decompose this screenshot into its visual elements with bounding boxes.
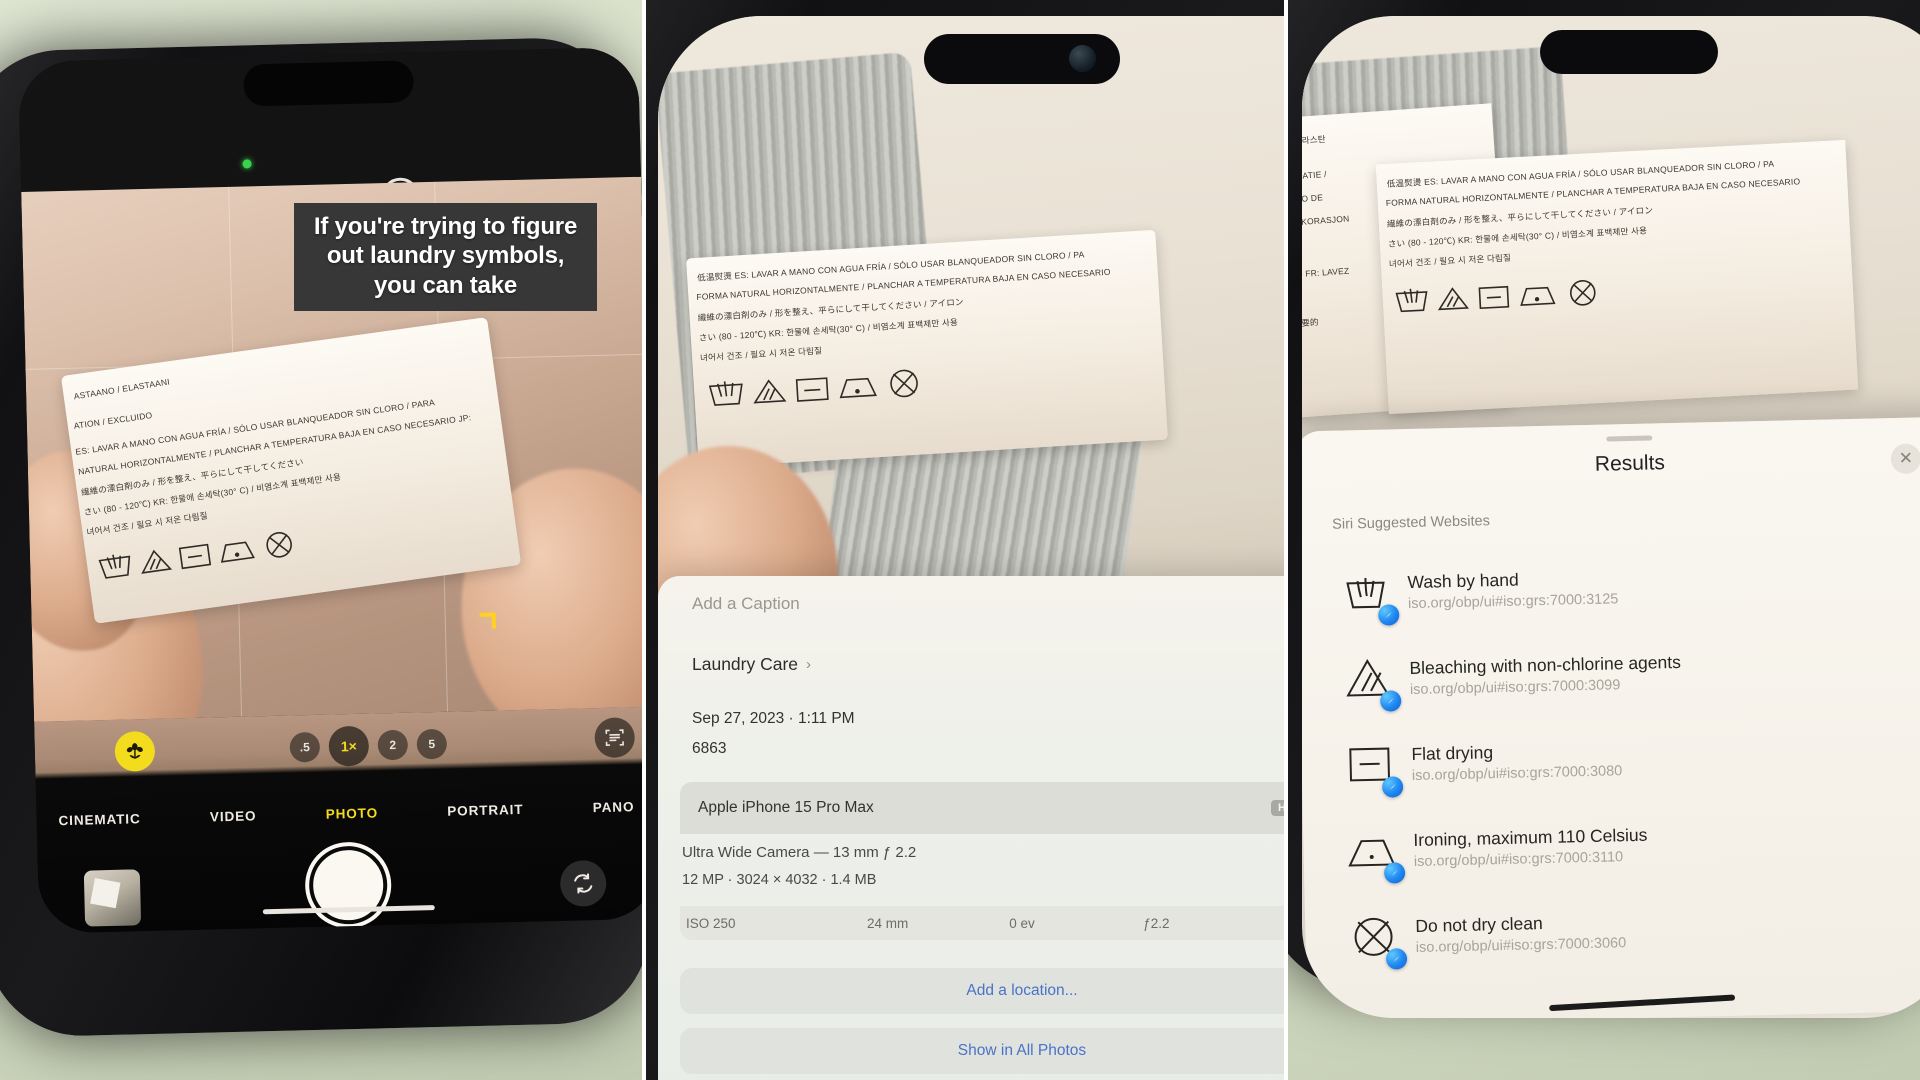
result-row[interactable]: Do not dry clean iso.org/obp/ui#iso:grs:… [1305,880,1920,981]
tag-line: KORACJI / DEKORASJON [1302,213,1350,230]
memory-highlight-row[interactable]: Laundry Care › [692,640,1284,688]
mode-cinematic[interactable]: CINEMATIC [58,811,140,828]
tag-line: ACTAANNA / 엘라스탄 [1302,133,1327,150]
sheet-title: Results [1594,451,1666,476]
exif-ev: 0 ev [1009,915,1035,931]
add-location-button[interactable]: Add a location... [680,968,1284,1014]
camera-screen: ✱ ^ ASTAANO / ELASTAANI [18,46,642,934]
safari-icon [1379,690,1402,712]
result-row[interactable]: Bleaching with non-chlorine agents iso.o… [1302,622,1920,723]
tag-line: 燥干 / 如果需要的 [1302,316,1319,332]
panel-photo-detail: 低温熨燙 ES: LAVAR A MANO CON AGUA FRÍA / SÓ… [642,0,1284,1080]
safari-icon [1385,948,1408,970]
chevron-right-icon: › [806,655,812,673]
lens-info: Ultra Wide Camera — 13 mm ƒ 2.2 [682,844,917,861]
show-in-all-photos-button[interactable]: Show in All Photos [680,1028,1284,1074]
photo-date: Sep 27, 2023 · 1:11 PM [692,710,855,727]
photo-date-row: Sep 27, 2023 · 1:11 PM Adjust [692,696,1284,742]
tag-line: ASTAANO / ELASTAANI [73,376,171,402]
dynamic-island [924,34,1120,84]
result-row[interactable]: Flat drying iso.org/obp/ui#iso:grs:7000:… [1302,708,1920,809]
zoom-chip-2x[interactable]: 2 [377,729,409,761]
tag-line: ATION / EXCLUIDO [73,410,153,431]
tag-line: く / EXCLUSIVO DE [1302,192,1324,208]
zoom-chip-0.5[interactable]: .5 [289,731,321,763]
zoom-chip-1x[interactable]: 1× [328,725,370,767]
live-text-bracket-icon [462,612,497,647]
last-photo-thumbnail[interactable] [83,869,142,927]
care-label: ASTAANO / ELASTAANI ATION / EXCLUIDO ES:… [60,317,522,624]
video-triptych: ✱ ^ ASTAANO / ELASTAANI [0,0,1920,1080]
exif-row: ISO 250 24 mm 0 ev ƒ2.2 1/60 s [680,906,1284,940]
care-label: 低温熨燙 ES: LAVAR A MANO CON AGUA FRÍA / SÓ… [686,229,1168,469]
photo-preview: ACTAANNA / 엘라스탄 OSJEF DECORATIE / く / EX… [1302,16,1920,456]
mode-video[interactable]: VIDEO [210,808,257,824]
panel-camera: ✱ ^ ASTAANO / ELASTAANI [0,0,642,1080]
care-label: 低温熨燙 ES: LAVAR A MANO CON AGUA FRÍA / SÓ… [1375,139,1859,415]
format-badge: HEIF [1270,800,1284,816]
tag-line: OSJEF DECORATIE / [1302,168,1327,185]
sheet-grabber[interactable] [1606,435,1653,442]
exif-aperture: ƒ2.2 [1143,915,1170,931]
zoom-level-selector[interactable]: .5 1× 2 5 [289,724,448,768]
photo-id: 6863 [692,740,727,757]
photos-screen: 低温熨燙 ES: LAVAR A MANO CON AGUA FRÍA / SÓ… [658,16,1284,1080]
results-sheet: Results ✕ Siri Suggested Websites Wash b… [1302,416,1920,1018]
photo-preview[interactable]: 低温熨燙 ES: LAVAR A MANO CON AGUA FRÍA / SÓ… [658,16,1284,636]
safari-icon [1381,776,1404,798]
mode-photo[interactable]: PHOTO [326,805,379,821]
mode-pano[interactable]: PANO [593,799,635,815]
add-caption-field[interactable]: Add a Caption [692,594,800,614]
result-row[interactable]: Wash by hand iso.org/obp/ui#iso:grs:7000… [1302,536,1920,637]
result-row[interactable]: Ironing, maximum 110 Celsius iso.org/obp… [1303,794,1920,895]
dynamic-island [243,60,415,107]
device-card: Apple iPhone 15 Pro Max HEIF ○ [680,782,1284,834]
results-list: Wash by hand iso.org/obp/ui#iso:grs:7000… [1302,536,1920,981]
zoom-chip-5x[interactable]: 5 [416,728,448,760]
care-symbols-row [708,369,918,406]
tag-line: N IF NEEDED FR: LAVEZ [1302,265,1350,283]
exif-focal: 24 mm [866,915,909,931]
home-indicator [1549,994,1736,1012]
care-symbols-row [1395,280,1596,313]
close-icon[interactable]: ✕ [1890,443,1920,475]
exif-shutter: 1/60 s [1224,916,1284,931]
exif-iso: ISO 250 [686,915,736,931]
resolution-info: 12 MP · 3024 × 4032 · 1.4 MB [682,872,877,888]
photo-info-sheet: Add a Caption Laundry Care › Sep 27, 202… [658,576,1284,1080]
highlight-title: Laundry Care [692,653,799,674]
camera-top-bar [18,46,641,192]
safari-icon [1378,604,1400,626]
panel-results: ACTAANNA / 엘라스탄 OSJEF DECORATIE / く / EX… [1284,0,1920,1080]
section-header: Siri Suggested Websites [1332,513,1491,533]
device-name: Apple iPhone 15 Pro Max [698,799,874,816]
results-screen: ACTAANNA / 엘라스탄 OSJEF DECORATIE / く / EX… [1302,16,1920,1018]
front-camera-icon [1069,45,1096,72]
mode-portrait[interactable]: PORTRAIT [447,801,524,818]
safari-icon [1383,862,1406,884]
dynamic-island [1540,30,1718,74]
caption-1: If you're trying to figure out laundry s… [294,203,597,311]
